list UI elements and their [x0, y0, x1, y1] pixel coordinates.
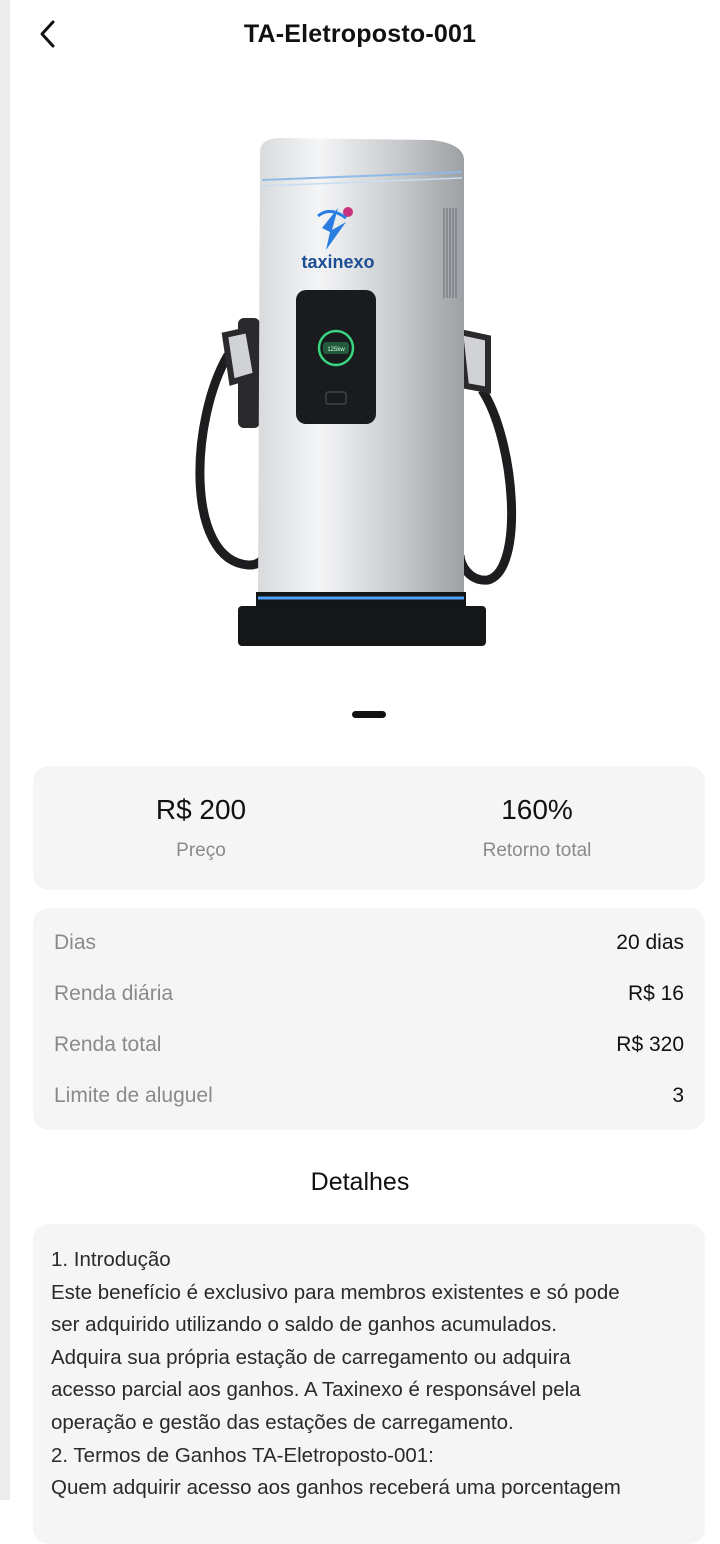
info-value: 20 dias	[616, 931, 684, 954]
price-label: Preço	[176, 840, 226, 861]
details-text: 1. Introdução Este benefício é exclusivo…	[51, 1244, 685, 1505]
details-title: Detalhes	[310, 1168, 410, 1196]
info-value: R$ 16	[627, 982, 684, 1005]
details-line: 2. Termos de Ganhos TA-Eletroposto-001:	[51, 1443, 434, 1467]
info-value: 3	[672, 1084, 684, 1107]
details-card: 1. Introdução Este benefício é exclusivo…	[33, 1224, 705, 1544]
image-pager-dot[interactable]	[352, 711, 386, 718]
product-image: taxinexo 125kw	[170, 120, 550, 665]
info-row-daily-income: Renda diária R$ 16	[54, 979, 684, 1009]
return-stat: 160% Retorno total	[369, 766, 705, 890]
details-line: Adquira sua própria estação de carregame…	[51, 1345, 571, 1369]
page-title: TA-Eletroposto-001	[243, 20, 477, 48]
header: TA-Eletroposto-001	[0, 0, 720, 74]
price-stat: R$ 200 Preço	[33, 766, 369, 890]
details-line: ser adquirido utilizando o saldo de ganh…	[51, 1313, 558, 1337]
info-label: Limite de aluguel	[54, 1084, 213, 1107]
return-label: Retorno total	[482, 840, 592, 861]
info-row-rental-limit: Limite de aluguel 3	[54, 1081, 684, 1111]
details-line: 1. Introdução	[51, 1248, 171, 1271]
details-line: acesso parcial aos ganhos. A Taxinexo é …	[51, 1378, 581, 1402]
return-value: 160%	[501, 794, 573, 825]
stats-card: R$ 200 Preço 160% Retorno total	[33, 766, 705, 890]
info-label: Renda total	[54, 1033, 162, 1056]
info-card: Dias 20 dias Renda diária R$ 16 Renda to…	[33, 908, 705, 1130]
info-value: R$ 320	[616, 1033, 684, 1056]
screen-text: 125kw	[327, 347, 345, 353]
info-label: Dias	[54, 931, 97, 954]
info-row-days: Dias 20 dias	[54, 928, 684, 958]
info-row-total-income: Renda total R$ 320	[54, 1030, 684, 1060]
info-label: Renda diária	[54, 982, 174, 1005]
details-line: Este benefício é exclusivo para membros …	[51, 1280, 620, 1304]
brand-logo-text: taxinexo	[301, 252, 374, 272]
screen-left-edge	[0, 0, 10, 1500]
details-line: operação e gestão das estações de carreg…	[51, 1410, 514, 1434]
price-value: R$ 200	[155, 794, 247, 825]
